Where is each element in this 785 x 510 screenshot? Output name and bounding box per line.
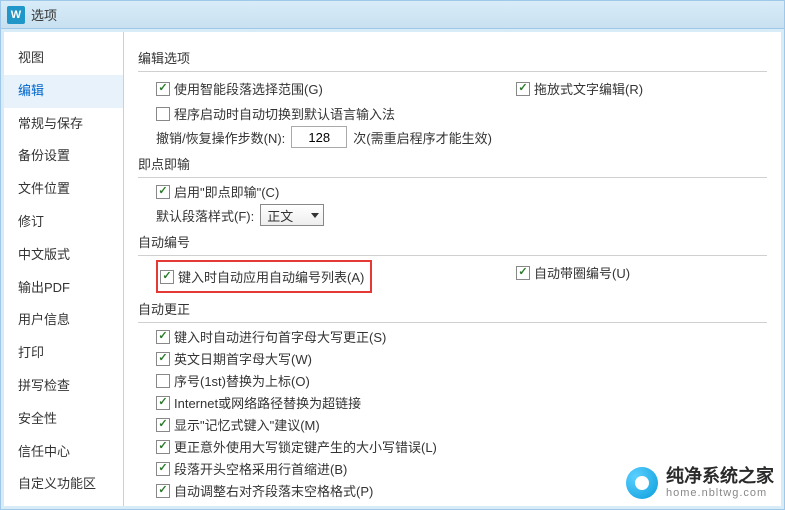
sidebar-item-print[interactable]: 打印 (4, 337, 123, 370)
checkbox-auto-list[interactable] (160, 270, 174, 284)
checkbox-autocorrect-7[interactable] (156, 484, 170, 498)
sidebar-item-file-location[interactable]: 文件位置 (4, 173, 123, 206)
group-edit-options: 编辑选项 (138, 48, 767, 67)
sidebar-item-backup[interactable]: 备份设置 (4, 140, 123, 173)
checkbox-autocorrect-2[interactable] (156, 374, 170, 388)
watermark-icon (626, 467, 658, 499)
label-autocorrect-6: 段落开头空格采用行首缩进(B) (174, 459, 347, 478)
checkbox-autocorrect-3[interactable] (156, 396, 170, 410)
label-default-style: 默认段落样式(F): (156, 206, 254, 225)
sidebar-item-output-pdf[interactable]: 输出PDF (4, 272, 123, 305)
label-auto-switch-ime: 程序启动时自动切换到默认语言输入法 (174, 104, 395, 123)
combo-default-style[interactable]: 正文 (260, 204, 324, 226)
window-title: 选项 (31, 5, 57, 24)
sidebar-item-chinese-layout[interactable]: 中文版式 (4, 239, 123, 272)
label-autocorrect-1: 英文日期首字母大写(W) (174, 349, 312, 368)
sidebar-item-trust-center[interactable]: 信任中心 (4, 436, 123, 469)
highlight-auto-list: 键入时自动应用自动编号列表(A) (156, 260, 372, 293)
checkbox-auto-switch-ime[interactable] (156, 107, 170, 121)
label-autocorrect-2: 序号(1st)替换为上标(O) (174, 371, 310, 390)
label-auto-list: 键入时自动应用自动编号列表(A) (178, 267, 364, 286)
watermark-sub: home.nbltwg.com (666, 487, 774, 499)
checkbox-smart-select[interactable] (156, 82, 170, 96)
input-undo-steps[interactable] (291, 126, 347, 148)
label-autocorrect-4: 显示"记忆式键入"建议(M) (174, 415, 320, 434)
group-click-type: 即点即输 (138, 154, 767, 173)
label-drag-edit: 拖放式文字编辑(R) (534, 79, 643, 98)
sidebar-item-customize-ribbon[interactable]: 自定义功能区 (4, 468, 123, 501)
sidebar: 视图 编辑 常规与保存 备份设置 文件位置 修订 中文版式 输出PDF 用户信息… (4, 32, 124, 506)
sidebar-item-quick-access[interactable]: 快速访问工具栏 (4, 501, 123, 506)
sidebar-item-general-save[interactable]: 常规与保存 (4, 108, 123, 141)
checkbox-autocorrect-5[interactable] (156, 440, 170, 454)
group-autocorrect: 自动更正 (138, 299, 767, 318)
label-autocorrect-3: Internet或网络路径替换为超链接 (174, 393, 361, 412)
label-autocorrect-8: 直引号替换为弯引号(Q) (174, 503, 310, 506)
watermark: 纯净系统之家 home.nbltwg.com (626, 467, 774, 499)
label-undo-suffix: 次(需重启程序才能生效) (353, 128, 492, 147)
sidebar-item-revision[interactable]: 修订 (4, 206, 123, 239)
label-autocorrect-5: 更正意外使用大写锁定键产生的大小写错误(L) (174, 437, 437, 456)
divider (138, 177, 767, 178)
titlebar: W 选项 (1, 1, 784, 29)
sidebar-item-edit[interactable]: 编辑 (4, 75, 123, 108)
divider (138, 255, 767, 256)
app-icon: W (7, 6, 25, 24)
checkbox-enable-click-type[interactable] (156, 185, 170, 199)
label-enable-click-type: 启用"即点即输"(C) (174, 182, 279, 201)
checkbox-autocorrect-8[interactable] (156, 506, 170, 507)
sidebar-item-security[interactable]: 安全性 (4, 403, 123, 436)
combo-default-style-value: 正文 (267, 206, 293, 225)
label-auto-circle: 自动带圈编号(U) (534, 263, 630, 282)
divider (138, 71, 767, 72)
checkbox-drag-edit[interactable] (516, 82, 530, 96)
label-undo-steps: 撤销/恢复操作步数(N): (156, 128, 285, 147)
sidebar-item-spellcheck[interactable]: 拼写检查 (4, 370, 123, 403)
checkbox-autocorrect-6[interactable] (156, 462, 170, 476)
chevron-down-icon (311, 213, 319, 218)
group-auto-number: 自动编号 (138, 232, 767, 251)
content-panel: 编辑选项 使用智能段落选择范围(G) 拖放式文字编辑(R) (124, 32, 781, 506)
watermark-main: 纯净系统之家 (666, 467, 774, 487)
checkbox-autocorrect-0[interactable] (156, 330, 170, 344)
divider (138, 322, 767, 323)
label-smart-select: 使用智能段落选择范围(G) (174, 79, 323, 98)
checkbox-autocorrect-1[interactable] (156, 352, 170, 366)
label-autocorrect-7: 自动调整右对齐段落末空格格式(P) (174, 481, 373, 500)
checkbox-auto-circle[interactable] (516, 266, 530, 280)
checkbox-autocorrect-4[interactable] (156, 418, 170, 432)
sidebar-item-user-info[interactable]: 用户信息 (4, 304, 123, 337)
label-autocorrect-0: 键入时自动进行句首字母大写更正(S) (174, 327, 386, 346)
sidebar-item-view[interactable]: 视图 (4, 42, 123, 75)
